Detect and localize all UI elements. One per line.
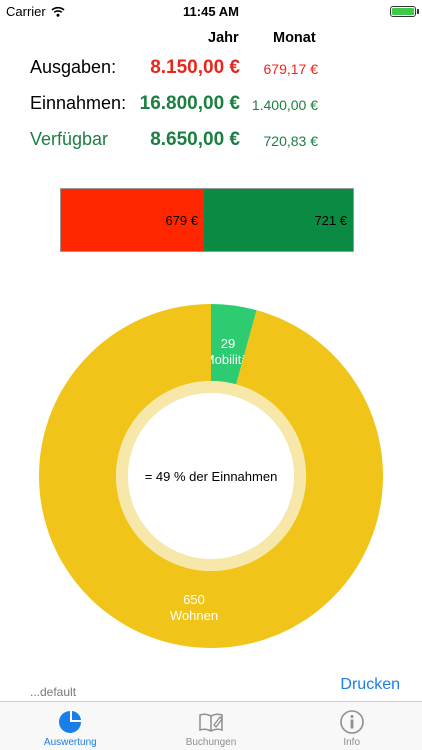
tab-buchungen[interactable]: Buchungen [141, 702, 282, 750]
print-button[interactable]: Drucken [340, 676, 400, 694]
tab-auswertung[interactable]: Auswertung [0, 702, 141, 750]
pie-chart-icon [59, 709, 83, 733]
tab-info-label: Info [343, 737, 361, 748]
tab-buchungen-label: Buchungen [185, 737, 237, 748]
donut-value-label-1: 650 [183, 592, 205, 607]
info-icon [339, 710, 364, 734]
donut-category-label-1: Wohnen [170, 608, 218, 623]
profile-note: ...default [30, 685, 77, 699]
book-edit-icon [199, 713, 223, 732]
tab-auswertung-label: Auswertung [43, 737, 97, 748]
donut-chart: 29Mobilität650Wohnen= 49 % der Einnahmen [39, 304, 384, 648]
donut-value-label-0: 29 [221, 336, 235, 351]
donut-center-text: = 49 % der Einnahmen [145, 469, 278, 484]
tab-info[interactable]: Info [281, 702, 422, 750]
tab-bar: Auswertung Buchungen Info [0, 701, 422, 750]
